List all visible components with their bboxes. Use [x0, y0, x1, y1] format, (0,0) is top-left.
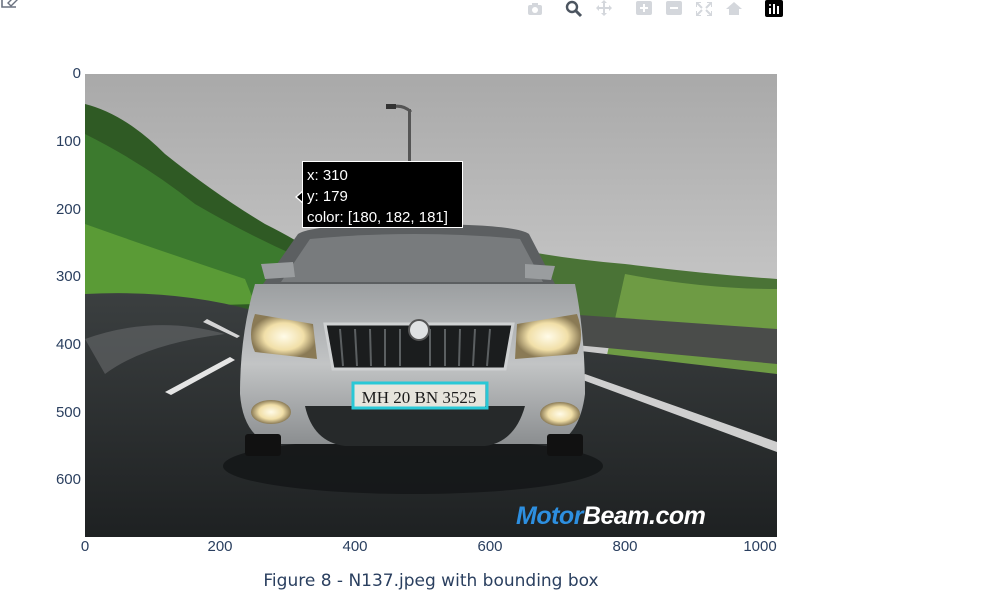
- figure-caption: Figure 8 - N137.jpeg with bounding box: [263, 571, 599, 591]
- home-icon[interactable]: [724, 0, 744, 18]
- y-tick-label: 500: [55, 404, 81, 421]
- y-tick-label: 200: [55, 201, 81, 218]
- watermark-part-a: Motor: [516, 502, 583, 530]
- zoom-icon[interactable]: [564, 0, 584, 18]
- y-tick-label: 400: [55, 336, 81, 353]
- y-tick-label: 600: [55, 471, 81, 488]
- zoom-out-icon[interactable]: [664, 0, 684, 18]
- hover-color: color: [180, 182, 181]: [307, 209, 448, 226]
- y-tick-label: 300: [55, 268, 81, 285]
- x-tick-label: 800: [612, 538, 638, 555]
- y-tick-label: 100: [55, 133, 81, 150]
- x-tick-label: 400: [342, 538, 368, 555]
- x-tick-label: 200: [207, 538, 233, 555]
- zoom-in-icon[interactable]: [634, 0, 654, 18]
- watermark: MotorBeam.com: [516, 502, 706, 531]
- car-photo: MH 20 BN 3525: [85, 74, 777, 537]
- hover-x: x: 310: [307, 167, 348, 184]
- x-tick-label: 600: [477, 538, 503, 555]
- x-tick-label: 0: [80, 538, 90, 555]
- hover-tooltip: x: 310 y: 179 color: [180, 182, 181]: [302, 161, 463, 228]
- x-tick-label: 1000: [743, 538, 777, 555]
- plate-text: MH 20 BN 3525: [362, 388, 477, 407]
- edit-chart-icon[interactable]: [0, 0, 22, 8]
- watermark-part-b: Beam.com: [582, 502, 706, 530]
- plotly-logo-icon[interactable]: [764, 0, 784, 18]
- pan-icon[interactable]: [594, 0, 614, 18]
- hover-y: y: 179: [307, 188, 348, 205]
- autoscale-icon[interactable]: [694, 0, 714, 18]
- camera-icon[interactable]: [525, 0, 545, 18]
- y-tick-label: 0: [72, 65, 81, 82]
- image-plot-area[interactable]: MH 20 BN 3525: [85, 74, 777, 537]
